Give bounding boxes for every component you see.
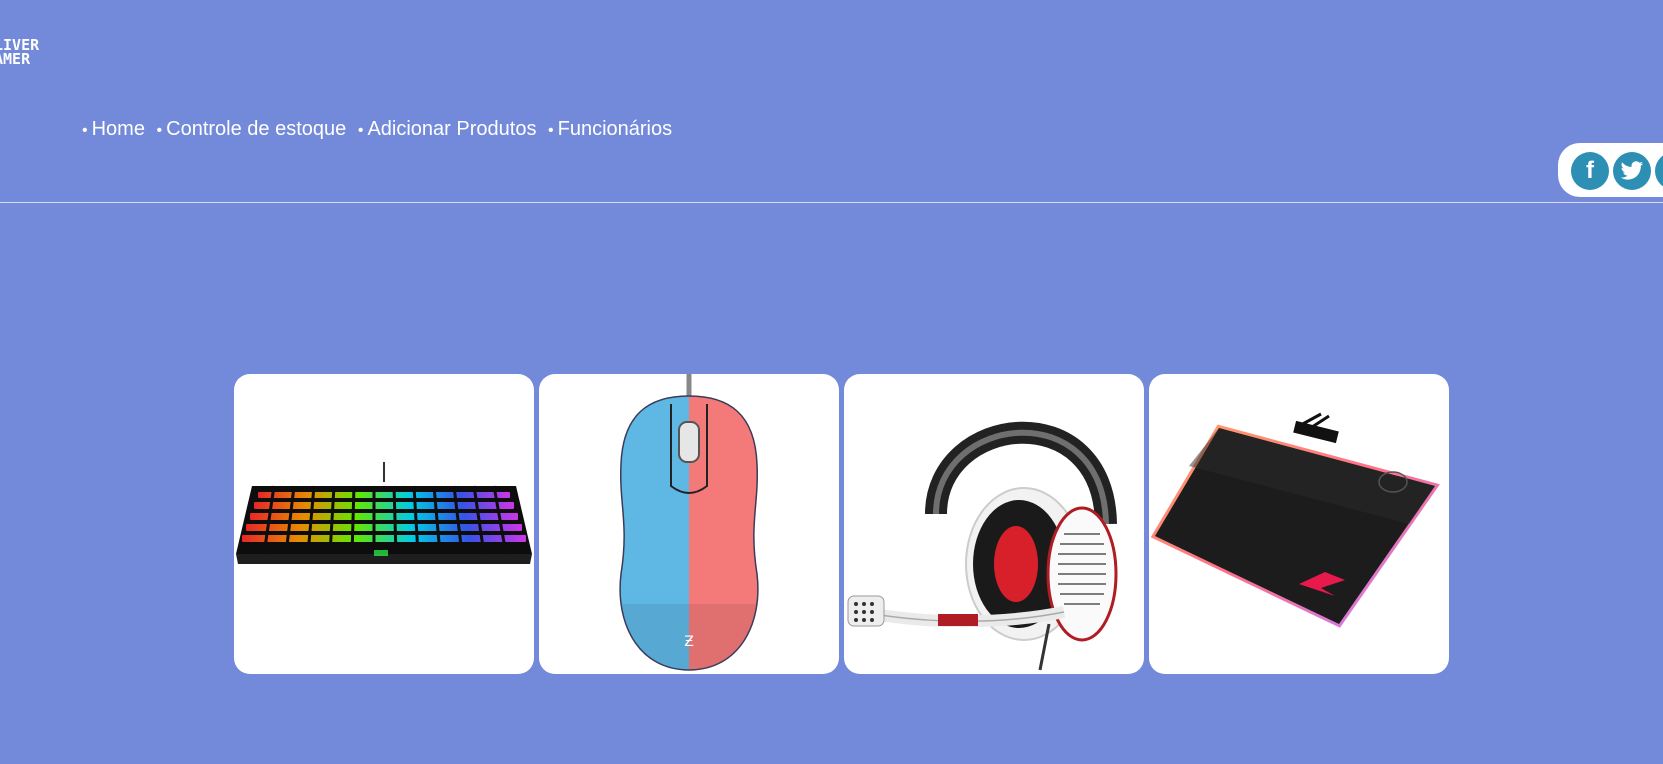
header-divider	[0, 202, 1663, 203]
nav-bullet: •	[156, 122, 163, 139]
nav-link-add-products[interactable]: Adicionar Produtos	[367, 118, 536, 140]
logo-line-2: AMER	[0, 50, 31, 68]
svg-text:Ƶ: Ƶ	[684, 634, 694, 650]
nav-bullet: •	[82, 122, 88, 139]
nav-link-home[interactable]: Home	[92, 118, 145, 140]
facebook-icon[interactable]: f	[1571, 152, 1609, 190]
brand-logo[interactable]: LIVER AMER	[0, 38, 54, 68]
product-card-keyboard[interactable]	[234, 374, 534, 674]
nav-link-employees[interactable]: Funcionários	[558, 118, 673, 140]
nav-bullet: •	[548, 122, 554, 139]
product-card-headset[interactable]	[844, 374, 1144, 674]
mousepad-image	[1150, 412, 1440, 628]
facebook-glyph: f	[1586, 157, 1594, 184]
twitter-icon[interactable]	[1613, 152, 1651, 190]
nav-bullet: •	[357, 122, 364, 139]
product-card-mouse[interactable]: Ƶ	[539, 374, 839, 674]
mouse-image: Ƶ	[619, 374, 759, 671]
main-nav: • Home • Controle de estoque • Adicionar Pr…	[82, 118, 678, 141]
product-card-mousepad[interactable]	[1149, 374, 1449, 674]
headset-image	[847, 421, 1118, 671]
social-links: f	[1558, 143, 1663, 197]
keyboard-image	[236, 462, 532, 564]
nav-link-stock-control[interactable]: Controle de estoque	[166, 118, 346, 140]
instagram-icon[interactable]	[1655, 152, 1663, 190]
